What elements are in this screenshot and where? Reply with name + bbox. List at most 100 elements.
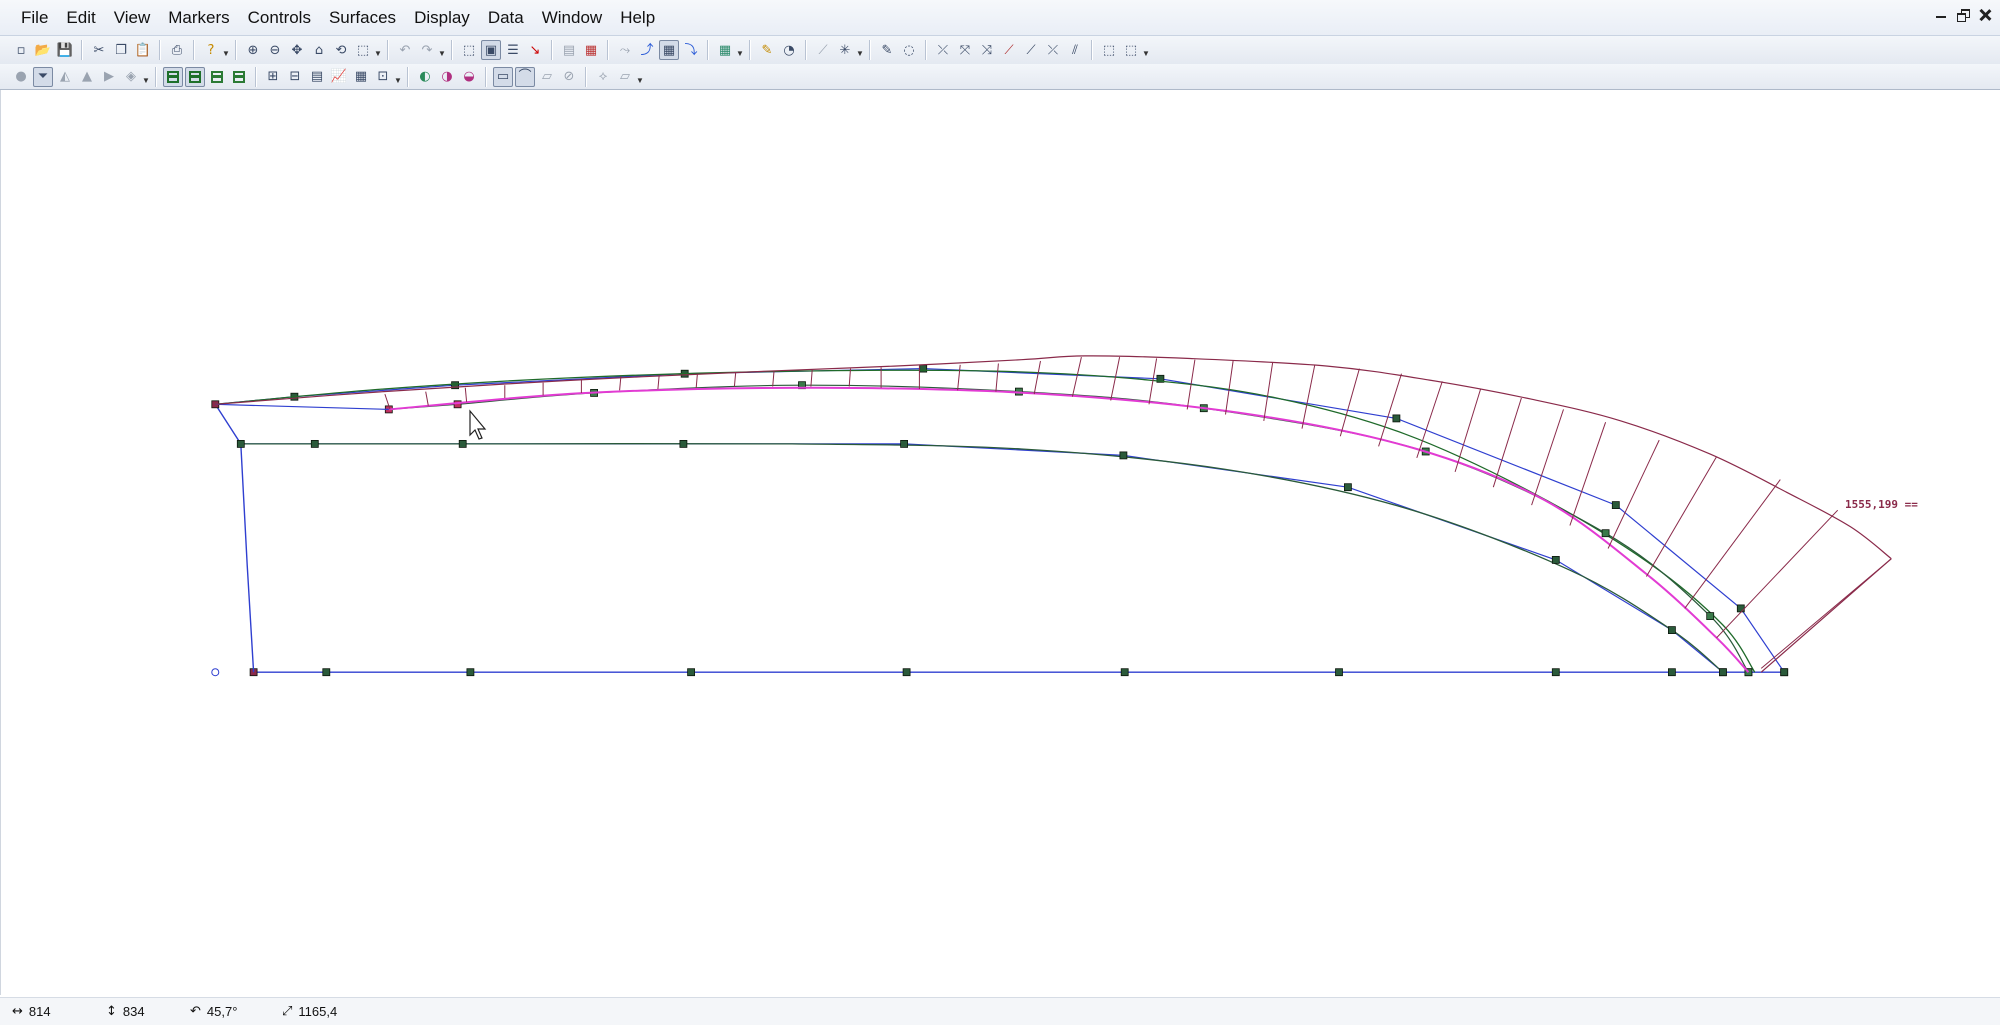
display-b-icon[interactable]: ⌒ — [515, 66, 535, 87]
new-file-icon[interactable]: ▫ — [11, 40, 31, 60]
print-icon[interactable]: ⎙ — [167, 40, 187, 60]
shape-a-icon[interactable]: ◭ — [55, 67, 75, 87]
offset-icon[interactable]: ⫽ — [1065, 40, 1085, 60]
menu-window[interactable]: Window — [533, 4, 611, 32]
menu-view[interactable]: View — [105, 4, 160, 32]
toolbar-separator — [607, 40, 609, 60]
transform-icon[interactable]: ⬚ — [1121, 40, 1141, 60]
copy-icon[interactable]: ❐ — [111, 40, 131, 60]
menu-help[interactable]: Help — [611, 4, 664, 32]
settings-table-icon[interactable]: ⊡ — [373, 67, 393, 87]
rotate-view-icon[interactable]: ⟲ — [331, 40, 351, 60]
status-angle: ↶ 45,7° — [190, 1004, 237, 1019]
surface-b-icon[interactable]: ◑ — [437, 67, 457, 87]
view-3d-icon[interactable] — [229, 67, 249, 87]
sphere-icon[interactable]: ● — [11, 67, 31, 87]
help-icon[interactable]: ? — [201, 40, 221, 60]
curve-b-icon[interactable]: ⤴ — [637, 40, 657, 60]
menu-data[interactable]: Data — [479, 4, 533, 32]
dropdown-arrow-icon[interactable]: ▼ — [222, 40, 230, 60]
menu-surfaces[interactable]: Surfaces — [320, 4, 405, 32]
menu-markers[interactable]: Markers — [159, 4, 238, 32]
curve-c-icon[interactable]: ⤵ — [681, 40, 701, 60]
grid-toggle-icon[interactable]: ▦ — [659, 40, 679, 60]
cone-icon[interactable]: ▲ — [77, 67, 97, 87]
trim-a-icon[interactable]: ⤫ — [933, 40, 953, 60]
pick-icon[interactable]: ↘ — [525, 40, 545, 60]
extend-icon[interactable]: ⟋ — [999, 40, 1019, 60]
upper-control-point — [1780, 668, 1789, 677]
view-profile-icon[interactable] — [185, 66, 205, 87]
cross-icon[interactable]: ⤫ — [1043, 40, 1063, 60]
open-folder-icon[interactable]: 📂 — [33, 40, 53, 60]
data-grid-icon[interactable]: ▦ — [351, 67, 371, 87]
station-line — [995, 363, 999, 392]
curve-a-icon[interactable]: ⤳ — [615, 40, 635, 60]
select-tool-icon[interactable]: ⬚ — [353, 40, 373, 60]
view-body-icon[interactable] — [207, 67, 227, 87]
baseline-control-point — [466, 668, 475, 677]
display-a-icon[interactable]: ▭ — [493, 66, 513, 87]
menu-display[interactable]: Display — [405, 4, 479, 32]
render-a-icon[interactable]: ⟡ — [593, 67, 613, 87]
view-plan-icon[interactable] — [163, 66, 183, 87]
cut-icon[interactable]: ✂ — [89, 40, 109, 60]
list-view-icon[interactable]: ☰ — [503, 40, 523, 60]
dropdown-arrow-icon[interactable]: ▼ — [636, 67, 644, 87]
home-view-icon[interactable]: ⌂ — [309, 40, 329, 60]
table-a-icon[interactable]: ⊞ — [263, 67, 283, 87]
zoom-in-icon[interactable]: ⊕ — [243, 40, 263, 60]
table-b-icon[interactable]: ⊟ — [285, 67, 305, 87]
surface-a-icon[interactable]: ◐ — [415, 67, 435, 87]
undo-icon[interactable]: ↶ — [395, 40, 415, 60]
design-canvas-area[interactable]: 1555,199 == — [0, 90, 2000, 995]
dropdown-arrow-icon[interactable]: ▼ — [374, 40, 382, 60]
redo-icon[interactable]: ↷ — [417, 40, 437, 60]
surface-c-icon[interactable]: ◒ — [459, 67, 479, 87]
dropdown-arrow-icon[interactable]: ▼ — [394, 67, 402, 87]
pencil-icon[interactable]: ✎ — [757, 40, 777, 60]
pan-icon[interactable]: ✥ — [287, 40, 307, 60]
close-icon[interactable] — [1978, 7, 1992, 23]
sheets-icon[interactable]: ▦ — [581, 40, 601, 60]
graph-icon[interactable]: 📈 — [329, 67, 349, 87]
measure-icon[interactable]: ◔ — [779, 40, 799, 60]
line-tool-icon[interactable]: ⟋ — [813, 40, 833, 60]
render-b-icon[interactable]: ▱ — [615, 67, 635, 87]
dropdown-arrow-icon[interactable]: ▼ — [856, 40, 864, 60]
window-select-icon[interactable]: ⬚ — [1099, 40, 1119, 60]
dropdown-arrow-icon[interactable]: ▼ — [736, 40, 744, 60]
dropdown-arrow-icon[interactable]: ▼ — [1142, 40, 1150, 60]
baseline-control-point — [1551, 668, 1560, 677]
shape-b-icon[interactable]: ▶ — [99, 67, 119, 87]
split-icon[interactable]: ⟋ — [1021, 40, 1041, 60]
station-line — [1033, 360, 1041, 395]
minimize-icon[interactable] — [1934, 7, 1948, 23]
shape-c-icon[interactable]: ◈ — [121, 67, 141, 87]
toolbar-separator — [805, 40, 807, 60]
draw-icon[interactable]: ✎ — [877, 40, 897, 60]
trim-c-icon[interactable]: ⤨ — [977, 40, 997, 60]
dropdown-arrow-icon[interactable]: ▼ — [438, 40, 446, 60]
menu-edit[interactable]: Edit — [57, 4, 104, 32]
display-d-icon[interactable]: ⊘ — [559, 67, 579, 87]
design-canvas[interactable]: 1555,199 == — [1, 90, 2000, 995]
table-c-icon[interactable]: ▤ — [307, 67, 327, 87]
restore-icon[interactable] — [1956, 7, 1970, 23]
funnel-icon[interactable]: ⏷ — [33, 66, 53, 87]
save-icon[interactable]: 💾 — [55, 40, 75, 60]
zoom-out-icon[interactable]: ⊖ — [265, 40, 285, 60]
node-tool-icon[interactable]: ✳ — [835, 40, 855, 60]
mesh-icon[interactable]: ▦ — [715, 40, 735, 60]
paste-icon[interactable]: 📋 — [133, 40, 153, 60]
marquee-select-icon[interactable]: ⬚ — [459, 40, 479, 60]
frame-view-icon[interactable]: ▣ — [481, 40, 501, 60]
display-c-icon[interactable]: ▱ — [537, 67, 557, 87]
trim-b-icon[interactable]: ⤧ — [955, 40, 975, 60]
layers-icon[interactable]: ▤ — [559, 40, 579, 60]
arc-icon[interactable]: ◌ — [899, 40, 919, 60]
dropdown-arrow-icon[interactable]: ▼ — [142, 67, 150, 87]
toolbar-separator — [1091, 40, 1093, 60]
menu-controls[interactable]: Controls — [239, 4, 320, 32]
menu-file[interactable]: File — [12, 4, 57, 32]
